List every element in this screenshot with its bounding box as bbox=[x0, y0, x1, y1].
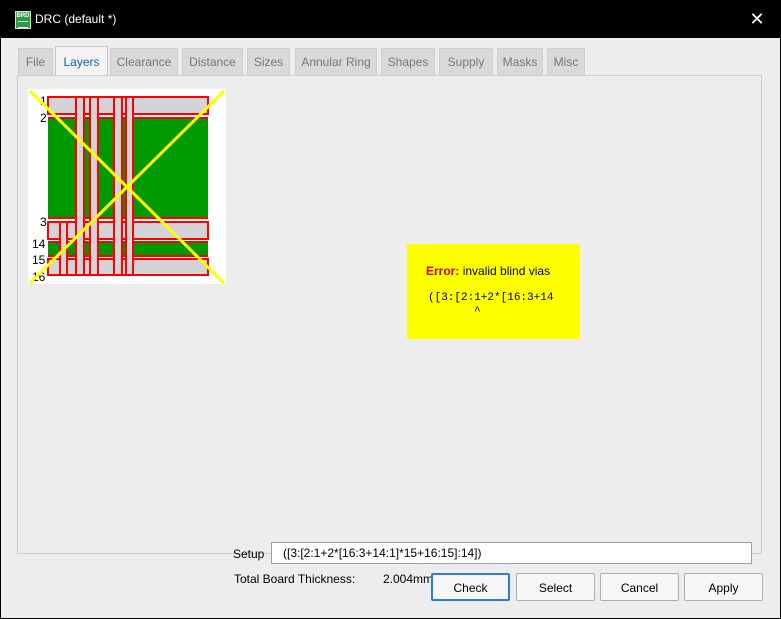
error-message-box: Error: invalid blind vias ([3:[2:1+2*[16… bbox=[407, 244, 580, 339]
via-1 bbox=[75, 96, 85, 276]
layer-stack-preview: 1 2 3 14 15 16 bbox=[28, 89, 226, 284]
title-bar: BRD DRC (default *) ✕ bbox=[0, 0, 781, 38]
app-icon-text: BRD bbox=[16, 13, 30, 19]
drc-dialog: BRD DRC (default *) ✕ File Layers Cleara… bbox=[0, 0, 781, 619]
layer-number-15: 15 bbox=[32, 253, 46, 267]
error-message: invalid blind vias bbox=[462, 264, 551, 278]
tab-supply[interactable]: Supply bbox=[439, 48, 493, 75]
apply-button[interactable]: Apply bbox=[684, 573, 763, 601]
select-button[interactable]: Select bbox=[516, 573, 595, 601]
error-line: Error: invalid blind vias bbox=[426, 264, 550, 278]
total-thickness-value: 2.004mm bbox=[383, 572, 434, 586]
dialog-body: File Layers Clearance Distance Sizes Ann… bbox=[1, 38, 780, 618]
tab-file[interactable]: File bbox=[18, 48, 53, 75]
check-button[interactable]: Check bbox=[431, 573, 510, 601]
tab-shapes[interactable]: Shapes bbox=[381, 48, 435, 75]
close-icon[interactable]: ✕ bbox=[744, 8, 770, 30]
tab-misc[interactable]: Misc bbox=[547, 48, 585, 75]
tab-sizes[interactable]: Sizes bbox=[247, 48, 290, 75]
error-code: ([3:[2:1+2*[16:3+14 bbox=[428, 292, 554, 304]
layer-number-2: 2 bbox=[40, 111, 47, 125]
tab-distance[interactable]: Distance bbox=[182, 48, 243, 75]
tab-masks[interactable]: Masks bbox=[497, 48, 543, 75]
layers-panel: 1 2 3 14 15 16 Error: invalid blind vias… bbox=[17, 75, 762, 586]
tab-layers[interactable]: Layers bbox=[55, 46, 108, 76]
window-title: DRC (default *) bbox=[35, 12, 117, 26]
error-label: Error: bbox=[426, 264, 460, 278]
setup-label: Setup bbox=[233, 547, 265, 561]
error-caret: ^ bbox=[474, 306, 481, 318]
layer-number-3: 3 bbox=[40, 215, 47, 229]
tab-annular-ring[interactable]: Annular Ring bbox=[295, 48, 377, 75]
via-3 bbox=[113, 96, 123, 276]
cancel-button[interactable]: Cancel bbox=[600, 573, 679, 601]
layer-stack-diagram: 1 2 3 14 15 16 bbox=[28, 89, 226, 284]
layer-number-14: 14 bbox=[32, 237, 46, 251]
setup-input[interactable] bbox=[271, 542, 752, 564]
brd-app-icon: BRD bbox=[15, 11, 31, 29]
total-thickness-label: Total Board Thickness: bbox=[234, 572, 356, 586]
tab-clearance[interactable]: Clearance bbox=[110, 48, 178, 75]
via-2 bbox=[89, 96, 99, 276]
